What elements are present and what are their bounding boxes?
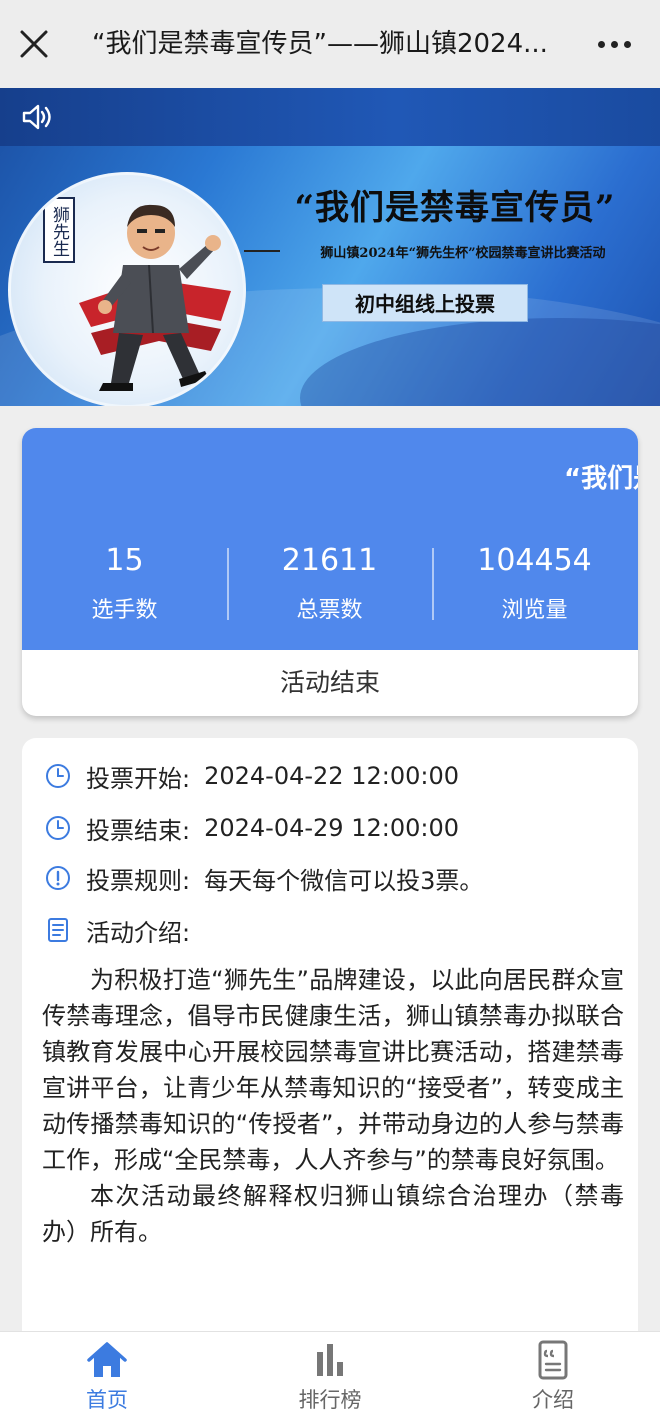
nav-intro[interactable]: 介绍	[483, 1340, 623, 1414]
top-bar: “我们是禁毒宣传员”——狮山镇2024...	[0, 0, 660, 88]
mascot-illustration	[79, 204, 231, 391]
stat-total-votes: 21611 总票数	[227, 540, 432, 624]
banner-subtitle: 狮山镇2024年“狮先生杯”校园禁毒宣讲比赛活动	[320, 246, 606, 261]
page-title: “我们是禁毒宣传员”——狮山镇2024...	[92, 29, 548, 59]
intro-paragraph: 本次活动最终解释权归狮山镇综合治理办（禁毒办）所有。	[42, 1182, 624, 1246]
info-card: 投票开始: 2024-04-22 12:00:00 投票结束: 2024-04-…	[22, 738, 638, 1378]
more-button[interactable]	[594, 30, 634, 58]
nav-label: 首页	[86, 1388, 128, 1412]
activity-status: 活动结束	[279, 668, 380, 697]
banner-title: “我们是禁毒宣传员”	[294, 188, 616, 228]
stat-views: 104454 浏览量	[432, 540, 637, 624]
bottom-nav: 首页 排行榜 介绍	[0, 1331, 660, 1415]
intro-paragraph: 为积极打造“狮先生”品牌建设，以此向居民群众宣传禁毒理念，倡导市民健康生活，狮山…	[42, 966, 624, 1174]
clock-icon	[44, 814, 72, 842]
info-circle-icon	[44, 864, 72, 892]
stat-value: 104454	[477, 543, 592, 578]
row-label: 投票结束:	[86, 816, 191, 845]
nav-label: 排行榜	[298, 1388, 362, 1412]
vote-end-row: 投票结束: 2024-04-29 12:00:00	[44, 808, 459, 848]
stats-header: “我们是 15 选手数 21611 总票数 104454 浏览量	[22, 428, 638, 650]
row-value: 2024-04-29 12:00:00	[204, 814, 459, 842]
row-label: 投票开始:	[86, 764, 191, 793]
stat-label: 浏览量	[501, 598, 568, 623]
vote-rule-row: 投票规则: 每天每个微信可以投3票。	[44, 858, 483, 898]
banner: 狮先生 “我们是禁毒宣传员” 狮山镇2024年“狮先生杯”校园禁毒宣讲比赛活动 …	[0, 88, 660, 406]
quote-card-icon	[531, 1340, 575, 1380]
more-dots-icon	[597, 40, 605, 48]
row-label: 活动介绍:	[86, 918, 191, 947]
nav-home[interactable]: 首页	[37, 1340, 177, 1414]
stat-label: 总票数	[296, 598, 363, 623]
row-value: 每天每个微信可以投3票。	[204, 866, 484, 895]
nav-ranking[interactable]: 排行榜	[260, 1340, 400, 1414]
home-icon	[85, 1340, 129, 1380]
row-value: 2024-04-22 12:00:00	[204, 762, 459, 790]
document-icon	[44, 916, 72, 944]
bar-chart-icon	[308, 1340, 352, 1380]
intro-text: 为积极打造“狮先生”品牌建设，以此向居民群众宣传禁毒理念，倡导市民健康生活，狮山…	[42, 962, 624, 1250]
mascot-badge: 狮先生	[8, 172, 246, 406]
close-icon	[20, 30, 48, 58]
stat-value: 15	[105, 543, 144, 578]
clock-icon	[44, 762, 72, 790]
stat-contestants: 15 选手数	[22, 540, 227, 624]
stat-value: 21611	[281, 543, 378, 578]
close-button[interactable]	[16, 26, 52, 62]
speaker-icon[interactable]	[20, 102, 54, 132]
row-label: 投票规则:	[86, 866, 191, 895]
scrolling-title: “我们是	[564, 464, 638, 494]
stats-card: “我们是 15 选手数 21611 总票数 104454 浏览量 活动结束	[22, 428, 638, 716]
vote-start-row: 投票开始: 2024-04-22 12:00:00	[44, 756, 459, 796]
nav-label: 介绍	[532, 1388, 574, 1412]
intro-row: 活动介绍:	[44, 910, 190, 950]
stat-label: 选手数	[91, 598, 158, 623]
banner-group-label: 初中组线上投票	[322, 284, 528, 322]
page: “我们是禁毒宣传员”——狮山镇2024... 狮先生 “我们是禁毒宣传员” 狮山…	[0, 0, 660, 1415]
